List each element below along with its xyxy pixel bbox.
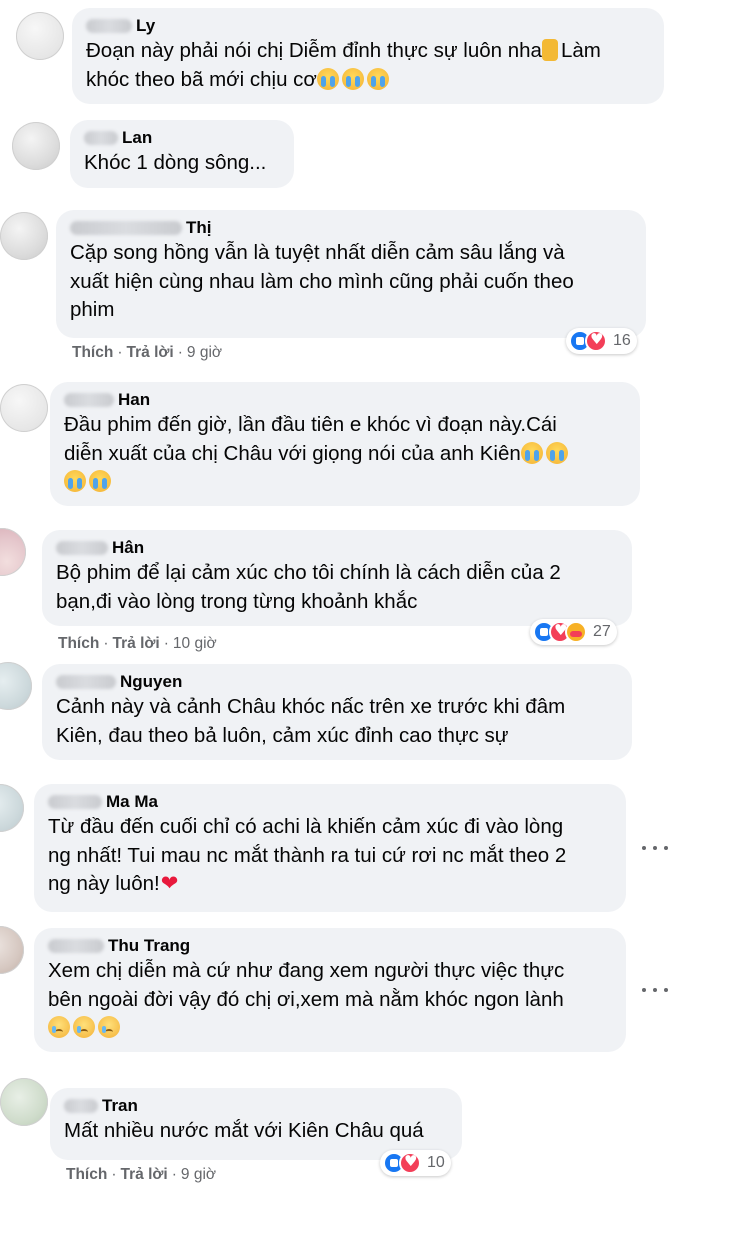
reaction-summary[interactable]: 10 <box>380 1150 451 1176</box>
comment-text: Cặp song hồng vẫn là tuyệt nhất diễn cảm… <box>70 241 574 321</box>
comment-time[interactable]: 10 giờ <box>173 635 217 653</box>
crying-emoji-icon <box>341 67 364 90</box>
comment-bubble: Ma Ma Từ đầu đến cuối chỉ có achi là khi… <box>34 784 626 912</box>
reaction-count: 27 <box>593 623 611 640</box>
crying-emoji-icon <box>545 441 568 464</box>
care-reaction-icon <box>565 621 587 643</box>
thumbs-up-emoji-icon <box>541 39 558 61</box>
comment-time[interactable]: 9 giờ <box>181 1166 216 1184</box>
comment-bubble: Thị Cặp song hồng vẫn là tuyệt nhất diễn… <box>56 210 646 338</box>
avatar[interactable] <box>0 1078 48 1126</box>
more-options-icon[interactable] <box>640 838 670 858</box>
avatar[interactable] <box>0 662 32 710</box>
more-options-icon[interactable] <box>640 980 670 1000</box>
commenter-name[interactable]: Ma Ma <box>106 792 158 812</box>
comment-actions: Thích · Trả lời · 10 giờ <box>58 635 217 653</box>
sad-emoji-icon <box>98 1016 120 1038</box>
love-reaction-icon <box>399 1152 421 1174</box>
love-reaction-icon <box>585 330 607 352</box>
sad-emoji-icon <box>48 1016 70 1038</box>
like-link[interactable]: Thích <box>72 344 113 362</box>
comment-text: Cảnh này và cảnh Châu khóc nấc trên xe t… <box>56 695 566 747</box>
comment-text: Từ đầu đến cuối chỉ có achi là khiến cảm… <box>48 813 612 899</box>
like-link[interactable]: Thích <box>66 1166 107 1184</box>
commenter-name[interactable]: Lan <box>122 128 152 148</box>
comment-bubble: Thu Trang Xem chị diễn mà cứ như đang xe… <box>34 928 626 1052</box>
crying-emoji-icon <box>520 441 543 464</box>
commenter-name[interactable]: Thị <box>186 218 212 238</box>
crying-emoji-icon <box>89 470 111 492</box>
heart-emoji-icon <box>160 869 182 898</box>
crying-emoji-icon <box>64 470 86 492</box>
avatar[interactable] <box>0 528 26 576</box>
comment-text: Xem chị diễn mà cứ như đang xem người th… <box>48 957 612 1043</box>
comment-text: Khóc 1 dòng sông... <box>84 151 267 174</box>
crying-emoji-icon <box>316 67 339 90</box>
avatar[interactable] <box>0 384 48 432</box>
reaction-count: 10 <box>427 1154 445 1171</box>
commenter-name[interactable]: Hân <box>112 538 144 558</box>
comment-bubble: Han Đầu phim đến giờ, lần đầu tiên e khó… <box>50 382 640 506</box>
avatar[interactable] <box>0 926 24 974</box>
avatar[interactable] <box>0 784 24 832</box>
comment-text: Đoạn này phải nói chị Diễm đỉnh thực sự … <box>86 39 601 91</box>
reaction-summary[interactable]: 27 <box>530 619 617 645</box>
comment-actions: Thích · Trả lời · 9 giờ <box>66 1166 217 1184</box>
comment-bubble: Lan Khóc 1 dòng sông... <box>70 120 294 188</box>
reply-link[interactable]: Trả lời <box>113 635 160 653</box>
reaction-summary[interactable]: 16 <box>566 328 637 354</box>
reply-link[interactable]: Trả lời <box>127 344 174 362</box>
commenter-name[interactable]: Thu Trang <box>108 936 190 956</box>
reply-link[interactable]: Trả lời <box>121 1166 168 1184</box>
commenter-name[interactable]: Tran <box>102 1096 138 1116</box>
comment-text: Mất nhiều nước mắt với Kiên Châu quá <box>64 1119 424 1142</box>
commenter-name[interactable]: Ly <box>136 16 155 36</box>
crying-emoji-icon <box>366 67 389 90</box>
comment-bubble: Hân Bộ phim để lại cảm xúc cho tôi chính… <box>42 530 632 626</box>
comment-time[interactable]: 9 giờ <box>187 344 222 362</box>
reaction-count: 16 <box>613 332 631 349</box>
avatar[interactable] <box>12 122 60 170</box>
comment-actions: Thích · Trả lời · 9 giờ <box>72 344 223 362</box>
like-link[interactable]: Thích <box>58 635 99 653</box>
comment-bubble: Ly Đoạn này phải nói chị Diễm đỉnh thực … <box>72 8 664 104</box>
comment-bubble: Nguyen Cảnh này và cảnh Châu khóc nấc tr… <box>42 664 632 760</box>
comment-text: Bộ phim để lại cảm xúc cho tôi chính là … <box>56 561 561 613</box>
commenter-name[interactable]: Nguyen <box>120 672 182 692</box>
sad-emoji-icon <box>73 1016 95 1038</box>
comment-text: Đầu phim đến giờ, lần đầu tiên e khóc vì… <box>64 411 626 497</box>
avatar[interactable] <box>0 212 48 260</box>
avatar[interactable] <box>16 12 64 60</box>
commenter-name[interactable]: Han <box>118 390 150 410</box>
